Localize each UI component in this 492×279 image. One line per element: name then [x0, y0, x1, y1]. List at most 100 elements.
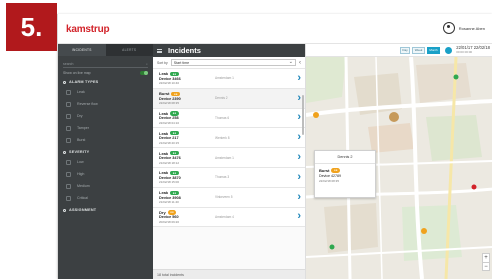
status-badge: ●●	[170, 190, 179, 195]
incident-type-line: Dry ●●	[159, 210, 215, 215]
section-assignment[interactable]: ASSIGNMENT	[63, 208, 148, 212]
user-menu[interactable]: Rosanne Aben	[442, 22, 485, 34]
section-alarm-types[interactable]: ALARM TYPES	[63, 80, 148, 84]
checkbox[interactable]	[66, 183, 71, 189]
filter-label: Medium	[77, 184, 90, 188]
checkbox[interactable]	[66, 101, 71, 107]
menu-icon[interactable]	[157, 48, 162, 53]
zoom-out-button[interactable]: −	[483, 262, 489, 270]
incident-row[interactable]: Dry ●● Device 560 20/02/18 09:20 Amsterda…	[153, 207, 305, 228]
incident-type: Leak	[159, 71, 169, 77]
checkbox[interactable]	[66, 113, 71, 119]
incident-info: Burst ●● Device 2390 22/02/18 08:35	[159, 91, 215, 105]
list-scrollbar[interactable]	[302, 95, 304, 135]
timestamp: 20/02/18 09:20	[159, 219, 180, 224]
week-button[interactable]: Week	[412, 46, 425, 54]
search-placeholder: search	[63, 61, 74, 66]
zoom-in-button[interactable]: +	[483, 254, 489, 262]
filter-label: Reverse flow	[77, 102, 98, 106]
incident-map[interactable]: Dennis 2 Burst ●● Device 42789 22/02/18 …	[306, 57, 492, 279]
device-id: Device 3908	[159, 195, 181, 200]
tab-alerts[interactable]: ALERTS	[106, 44, 154, 56]
tab-incidents[interactable]: INCIDENTS	[58, 44, 106, 56]
filter-medium[interactable]: Medium	[66, 180, 148, 192]
kamstrup-logo[interactable]: kamstrup	[66, 24, 110, 35]
popup-time: 22/02/18 08:35	[319, 179, 340, 183]
sort-value: Start time	[173, 60, 190, 65]
incident-type: Leak	[159, 170, 169, 176]
collapse-panel-icon[interactable]: ‹	[299, 60, 301, 66]
timestamp: 21/02/18 20:15	[159, 140, 180, 145]
filter-burst[interactable]: Burst	[66, 134, 148, 146]
incident-row[interactable]: Leak ●● Device 3466 22/02/18 10:40 Amster…	[153, 69, 305, 89]
live-map-toggle[interactable]	[140, 71, 148, 75]
chevron-right-icon[interactable]: ›	[297, 171, 301, 183]
chevron-right-icon[interactable]: ›	[297, 72, 301, 84]
sort-select[interactable]: Start time ⌄	[170, 59, 296, 66]
day-button[interactable]: Day	[399, 46, 411, 54]
chevron-right-icon[interactable]: ›	[297, 191, 301, 203]
timestamp: 21/02/18 18:12	[159, 160, 180, 165]
filter-label: Critical	[77, 196, 88, 200]
checkbox[interactable]	[66, 137, 71, 143]
incident-type-line: Leak ●●	[159, 71, 215, 76]
incident-row[interactable]: Leak ●● Device 3870 21/02/18 15:00 Thomas…	[153, 167, 305, 188]
incident-row[interactable]: Burst ●● Device 2390 22/02/18 08:35 Denni…	[153, 88, 305, 109]
incident-info: Leak ●● Device 3466 22/02/18 10:40	[159, 71, 215, 85]
filter-high[interactable]: High	[66, 168, 148, 180]
collapse-icon	[63, 150, 66, 154]
checkbox[interactable]	[66, 195, 71, 201]
incident-row[interactable]: Leak ●● Device 258 22/02/18 04:10 Thomas …	[153, 108, 305, 129]
status-badge: ●●	[331, 168, 341, 173]
map-toolbar: Day Week Month 22/01/17 22/02/18 00:00 0…	[306, 44, 492, 57]
incident-type-line: Leak ●●	[159, 170, 215, 175]
chevron-right-icon[interactable]: ›	[297, 92, 301, 104]
filter-tamper[interactable]: Tamper	[66, 122, 148, 134]
filter-reverse-flow[interactable]: Reverse flow	[66, 98, 148, 110]
incident-type: Leak	[159, 190, 169, 196]
time-range-text: 00:00 00:00	[456, 50, 473, 54]
chevron-right-icon[interactable]: ›	[297, 132, 301, 143]
collapse-icon	[63, 80, 66, 84]
live-map-toggle-row: Show on live map	[63, 71, 148, 75]
month-button[interactable]: Month	[426, 46, 441, 54]
search-icon: ⌕	[146, 61, 148, 66]
chevron-right-icon[interactable]: ›	[297, 211, 301, 222]
incident-info: Leak ●● Device 3476 21/02/18 18:12	[159, 151, 215, 165]
filter-low[interactable]: Low	[66, 156, 148, 168]
filter-critical[interactable]: Critical	[66, 192, 148, 204]
chevron-right-icon[interactable]: ›	[297, 152, 301, 163]
incident-type-line: Leak ●●	[159, 190, 215, 195]
filter-label: Leak	[77, 90, 85, 94]
step-number-badge: 5.	[6, 3, 57, 51]
filter-dry[interactable]: Dry	[66, 110, 148, 122]
incident-popup[interactable]: Dennis 2 Burst ●● Device 42789 22/02/18 …	[314, 150, 376, 198]
checkbox[interactable]	[66, 89, 71, 95]
timestamp: 22/02/18 10:40	[159, 81, 180, 86]
checkbox[interactable]	[66, 125, 71, 131]
list-header: Incidents	[153, 44, 305, 57]
sidebar-search-input[interactable]: search ⌕	[63, 60, 148, 68]
filter-leak[interactable]: Leak	[66, 86, 148, 98]
incident-type-line: Burst ●●	[159, 91, 215, 96]
checkbox[interactable]	[66, 171, 71, 177]
status-badge: ●●	[167, 210, 177, 215]
chevron-right-icon[interactable]: ›	[297, 112, 301, 123]
popup-type: Burst	[319, 168, 330, 173]
filter-label: High	[77, 172, 85, 176]
incident-row[interactable]: Leak ●● Device 3476 21/02/18 18:12 Amster…	[153, 148, 305, 168]
date-range[interactable]: 22/01/17 22/02/18 00:00 00:00	[456, 45, 490, 55]
incident-list-panel: Incidents Sort by Start time ⌄ ‹ Leak ●● …	[153, 44, 306, 279]
device-id: Device 2390	[159, 96, 181, 101]
filter-label: Low	[77, 160, 84, 164]
incident-row[interactable]: Leak ●● Device 3908 21/02/18 11:40 Vinkev…	[153, 187, 305, 208]
checkbox[interactable]	[66, 159, 71, 165]
app-header: kamstrup Rosanne Aben	[58, 14, 492, 44]
incident-row[interactable]: Leak ●● Device 217 21/02/18 20:15 Werkerk…	[153, 128, 305, 149]
status-badge: ●●	[170, 71, 179, 76]
incident-info: Leak ●● Device 3908 21/02/18 11:40	[159, 190, 215, 204]
section-severity[interactable]: SEVERITY	[63, 150, 148, 154]
location-note: Amsterdam 4	[215, 214, 234, 219]
timestamp: 21/02/18 11:40	[159, 200, 179, 205]
calendar-icon[interactable]	[445, 46, 453, 54]
